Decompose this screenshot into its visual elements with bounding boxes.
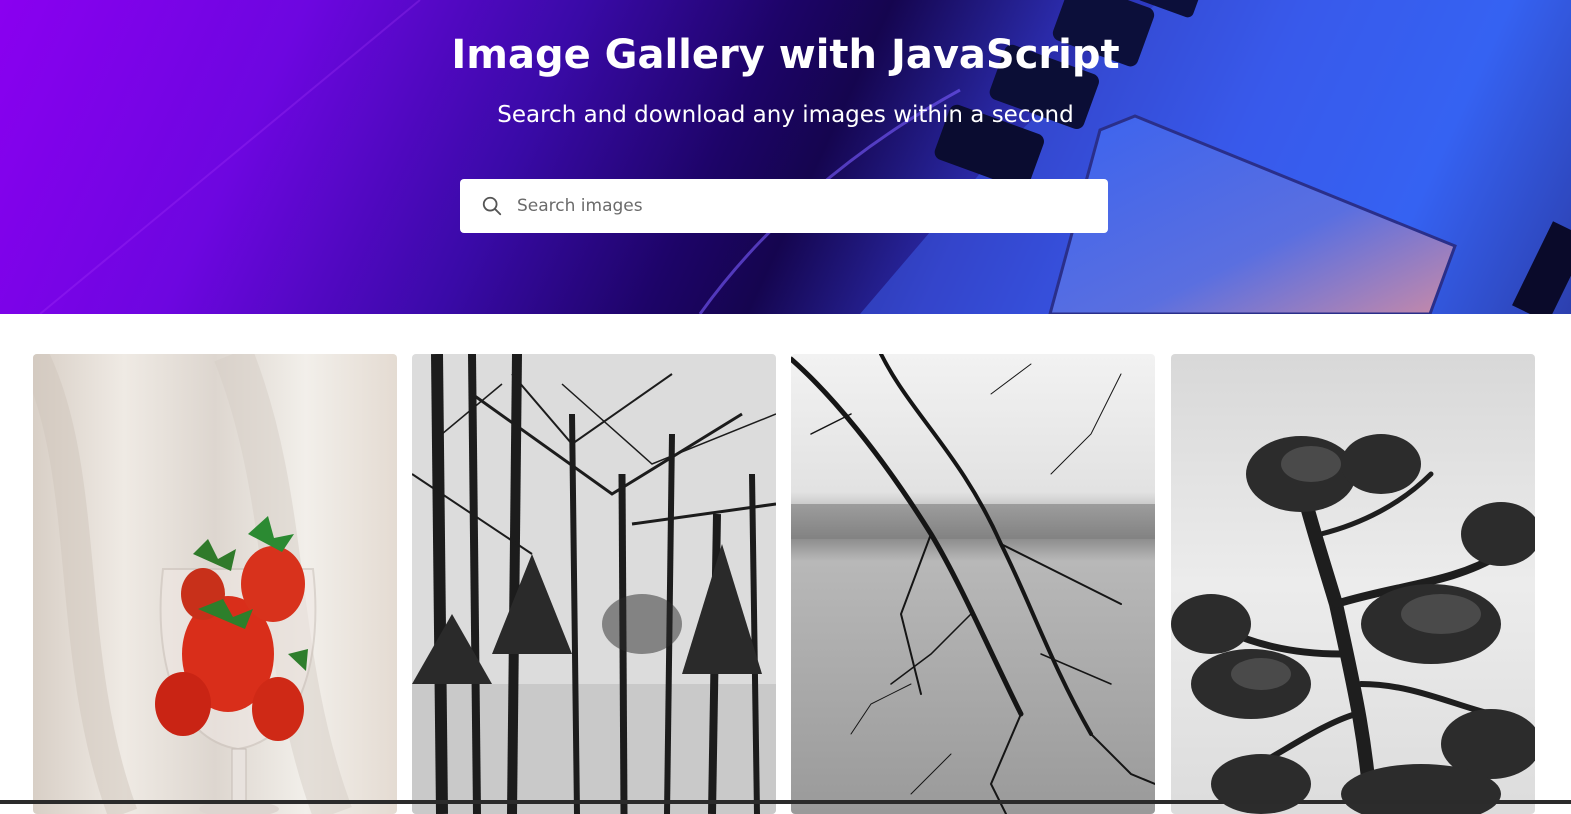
page-title: Image Gallery with JavaScript	[451, 32, 1120, 78]
hero-banner: Image Gallery with JavaScript Search and…	[0, 0, 1571, 314]
image-gallery	[0, 314, 1571, 814]
strawberries-image	[33, 354, 397, 814]
page-subtitle: Search and download any images within a …	[497, 102, 1074, 128]
bottom-divider	[0, 800, 1571, 804]
search-icon	[482, 196, 502, 216]
gallery-image-lake[interactable]	[791, 354, 1155, 814]
lake-branches-image	[791, 354, 1155, 814]
forest-image	[412, 354, 776, 814]
search-input[interactable]	[515, 195, 1099, 217]
search-box[interactable]	[460, 179, 1108, 233]
gallery-image-forest[interactable]	[412, 354, 776, 814]
bonsai-tree-image	[1171, 354, 1535, 814]
gallery-image-bonsai[interactable]	[1171, 354, 1535, 814]
gallery-image-strawberries[interactable]	[33, 354, 397, 814]
